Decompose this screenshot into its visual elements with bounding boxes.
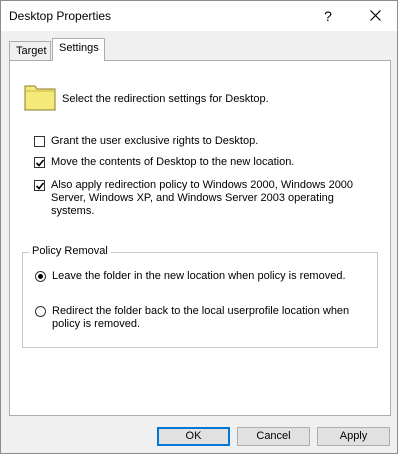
close-button[interactable] <box>361 4 391 28</box>
leave-folder-option[interactable]: Leave the folder in the new location whe… <box>35 270 352 283</box>
intro-text: Select the redirection settings for Desk… <box>62 93 269 105</box>
exclusive-rights-label: Grant the user exclusive rights to Deskt… <box>51 135 259 147</box>
checkmark-icon <box>35 182 45 190</box>
close-icon <box>370 10 381 21</box>
redirect-back-option[interactable]: Redirect the folder back to the local us… <box>35 305 352 331</box>
tab-target[interactable]: Target <box>9 41 51 61</box>
leave-folder-label: Leave the folder in the new location whe… <box>52 270 346 282</box>
dialog-title: Desktop Properties <box>9 9 112 23</box>
settings-panel: Select the redirection settings for Desk… <box>9 60 391 416</box>
leave-folder-radio[interactable] <box>35 271 46 282</box>
properties-dialog: Desktop Properties ? Target Settings Sel… <box>0 0 398 454</box>
apply-legacy-checkbox[interactable] <box>34 180 45 191</box>
radio-selected-dot <box>38 274 43 279</box>
redirect-back-radio[interactable] <box>35 306 46 317</box>
policy-removal-group: Policy Removal Leave the folder in the n… <box>22 245 378 348</box>
redirect-back-label: Redirect the folder back to the local us… <box>52 305 350 330</box>
apply-button[interactable]: Apply <box>317 427 390 446</box>
title-bar: Desktop Properties ? <box>1 1 397 31</box>
checkmark-icon <box>35 159 45 167</box>
move-contents-option[interactable]: Move the contents of Desktop to the new … <box>34 156 371 169</box>
ok-button[interactable]: OK <box>157 427 230 446</box>
exclusive-rights-option[interactable]: Grant the user exclusive rights to Deskt… <box>34 135 371 148</box>
policy-removal-title: Policy Removal <box>29 245 111 257</box>
folder-icon <box>24 85 56 111</box>
apply-legacy-label: Also apply redirection policy to Windows… <box>51 179 354 217</box>
apply-legacy-option[interactable]: Also apply redirection policy to Windows… <box>34 179 377 218</box>
help-button[interactable]: ? <box>313 4 343 28</box>
move-contents-label: Move the contents of Desktop to the new … <box>51 156 295 168</box>
exclusive-rights-checkbox[interactable] <box>34 136 45 147</box>
move-contents-checkbox[interactable] <box>34 157 45 168</box>
cancel-button[interactable]: Cancel <box>237 427 310 446</box>
tab-settings[interactable]: Settings <box>52 38 105 61</box>
